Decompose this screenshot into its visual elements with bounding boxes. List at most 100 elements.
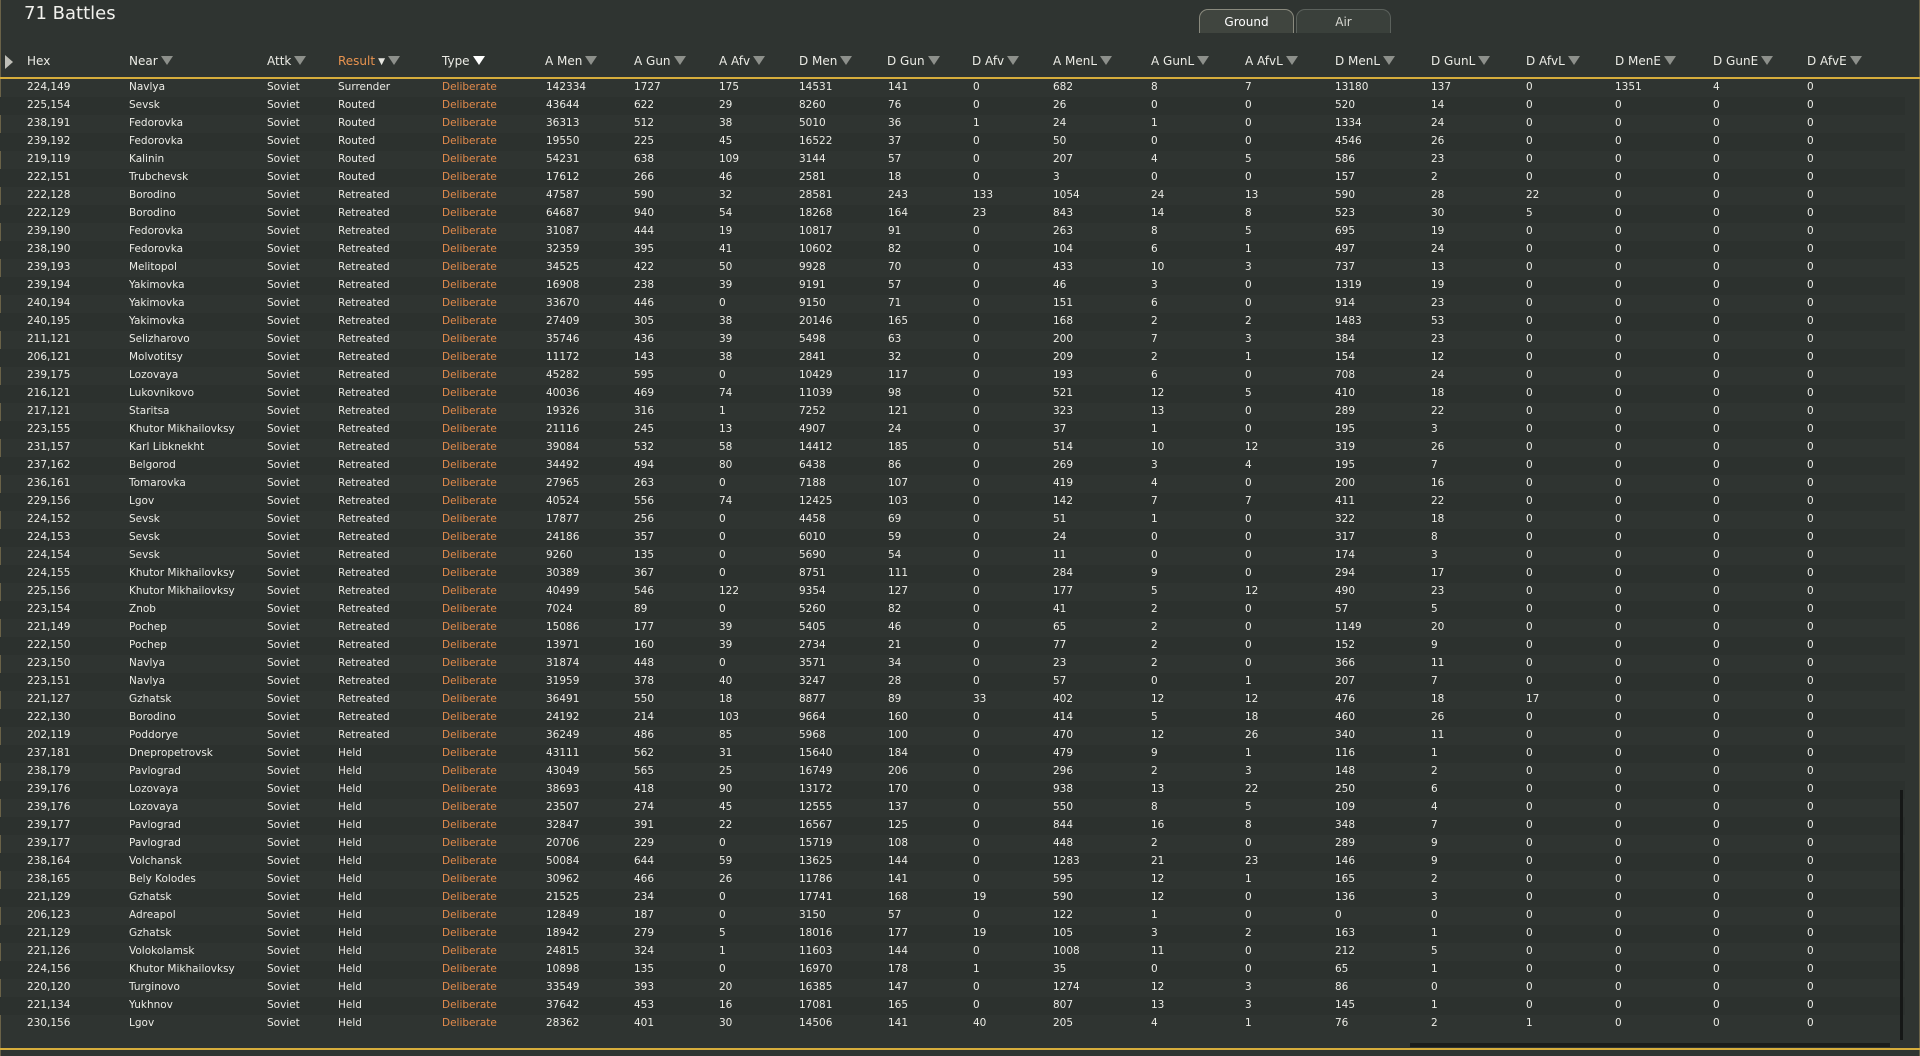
table-row[interactable]: 238,190 Fedorovka Soviet Retreated Deliberat… — [0, 241, 1905, 259]
table-row[interactable]: 220,120 Turginovo Soviet Held Deliberate 3354… — [0, 979, 1905, 997]
filter-icon[interactable] — [673, 56, 686, 65]
table-row[interactable]: 221,129 Gzhatsk Soviet Held Deliberate 18942 2… — [0, 925, 1905, 943]
filter-icon[interactable] — [1478, 56, 1491, 65]
table-row[interactable]: 206,123 Adreapol Soviet Held Deliberate 12849… — [0, 907, 1905, 925]
column-header-hex[interactable]: Hex — [27, 54, 50, 68]
table-row[interactable]: 240,194 Yakimovka Soviet Retreated Deliberat… — [0, 295, 1905, 313]
table-row[interactable]: 221,127 Gzhatsk Soviet Retreated Deliberate 3… — [0, 691, 1905, 709]
table-row[interactable]: 237,181 Dnepropetrovsk Soviet Held Deliberat… — [0, 745, 1905, 763]
table-row[interactable]: 224,152 Sevsk Soviet Retreated Deliberate 178… — [0, 511, 1905, 529]
column-header-a-afv[interactable]: A Afv — [719, 54, 766, 68]
column-header-a-men[interactable]: A Men — [545, 54, 598, 68]
table-row[interactable]: 221,129 Gzhatsk Soviet Held Deliberate 21525 2… — [0, 889, 1905, 907]
table-row[interactable]: 229,156 Lgov Soviet Retreated Deliberate 4052… — [0, 493, 1905, 511]
column-header-type[interactable]: Type — [442, 54, 485, 68]
table-row[interactable]: 222,151 Trubchevsk Soviet Routed Deliberate 1… — [0, 169, 1905, 187]
filter-icon[interactable] — [1383, 56, 1396, 65]
table-row[interactable]: 238,164 Volchansk Soviet Held Deliberate 5008… — [0, 853, 1905, 871]
filter-icon[interactable] — [388, 56, 400, 65]
table-row[interactable]: 225,154 Sevsk Soviet Routed Deliberate 43644 6… — [0, 97, 1905, 115]
table-row[interactable]: 224,155 Khutor Mikhailovksy Soviet Retreate… — [0, 565, 1905, 583]
filter-icon[interactable] — [927, 56, 940, 65]
table-row[interactable]: 221,149 Pochep Soviet Retreated Deliberate 15… — [0, 619, 1905, 637]
column-header-d-gune[interactable]: D GunE — [1713, 54, 1774, 68]
table-row[interactable]: 239,194 Yakimovka Soviet Retreated Deliberat… — [0, 277, 1905, 295]
table-row[interactable]: 224,149 Navlya Soviet Surrender Deliberate 14… — [0, 79, 1905, 97]
table-row[interactable]: 240,195 Yakimovka Soviet Retreated Deliberat… — [0, 313, 1905, 331]
column-header-d-gunl[interactable]: D GunL — [1431, 54, 1491, 68]
column-header-d-menl[interactable]: D MenL — [1335, 54, 1396, 68]
filter-icon[interactable] — [840, 56, 853, 65]
table-row[interactable]: 222,128 Borodino Soviet Retreated Deliberate… — [0, 187, 1905, 205]
table-row[interactable]: 239,177 Pavlograd Soviet Held Deliberate 2070… — [0, 835, 1905, 853]
table-row[interactable]: 222,130 Borodino Soviet Retreated Deliberate… — [0, 709, 1905, 727]
vertical-scrollbar-thumb[interactable] — [1900, 790, 1903, 1040]
filter-icon[interactable] — [1663, 56, 1676, 65]
table-row[interactable]: 239,176 Lozovaya Soviet Held Deliberate 38693… — [0, 781, 1905, 799]
table-row[interactable]: 219,119 Kalinin Soviet Routed Deliberate 5423… — [0, 151, 1905, 169]
table-row[interactable]: 211,121 Selizharovo Soviet Retreated Deliber… — [0, 331, 1905, 349]
table-row[interactable]: 221,126 Volokolamsk Soviet Held Deliberate 24… — [0, 943, 1905, 961]
table-row[interactable]: 224,156 Khutor Mikhailovksy Soviet Held Deli… — [0, 961, 1905, 979]
column-header-d-afvl[interactable]: D AfvL — [1526, 54, 1580, 68]
filter-icon[interactable] — [160, 56, 173, 65]
filter-icon[interactable] — [585, 56, 598, 65]
filter-icon[interactable] — [1007, 56, 1020, 65]
table-row[interactable]: 239,193 Melitopol Soviet Retreated Deliberat… — [0, 259, 1905, 277]
cell-type: Deliberate — [442, 549, 497, 561]
column-header-a-gun[interactable]: A Gun — [634, 54, 686, 68]
filter-icon[interactable] — [1567, 56, 1580, 65]
column-header-d-afv[interactable]: D Afv — [972, 54, 1020, 68]
table-row[interactable]: 230,156 Lgov Soviet Held Deliberate 28362 401 3… — [0, 1015, 1905, 1033]
filter-icon[interactable] — [1849, 56, 1862, 65]
table-row[interactable]: 222,150 Pochep Soviet Retreated Deliberate 13… — [0, 637, 1905, 655]
table-row[interactable]: 239,175 Lozovaya Soviet Retreated Deliberate… — [0, 367, 1905, 385]
column-header-d-men[interactable]: D Men — [799, 54, 853, 68]
column-header-d-gun[interactable]: D Gun — [887, 54, 940, 68]
filter-icon[interactable] — [1761, 56, 1774, 65]
table-row[interactable]: 223,151 Navlya Soviet Retreated Deliberate 31… — [0, 673, 1905, 691]
table-row[interactable]: 223,155 Khutor Mikhailovksy Soviet Retreate… — [0, 421, 1905, 439]
column-header-near[interactable]: Near — [129, 54, 173, 68]
column-header-a-gunl[interactable]: A GunL — [1151, 54, 1210, 68]
filter-icon[interactable] — [1285, 56, 1298, 65]
filter-icon[interactable] — [1100, 56, 1113, 65]
table-row[interactable]: 238,191 Fedorovka Soviet Routed Deliberate 36… — [0, 115, 1905, 133]
expand-arrow-icon[interactable] — [5, 55, 13, 69]
table-row[interactable]: 238,179 Pavlograd Soviet Held Deliberate 4304… — [0, 763, 1905, 781]
table-row[interactable]: 206,121 Molvotitsy Soviet Retreated Delibera… — [0, 349, 1905, 367]
column-header-a-afvl[interactable]: A AfvL — [1245, 54, 1298, 68]
tab-ground[interactable]: Ground — [1199, 9, 1294, 33]
column-header-result[interactable]: Result ▼ — [338, 54, 400, 68]
table-row[interactable]: 238,165 Bely Kolodes Soviet Held Deliberate 3… — [0, 871, 1905, 889]
table-row[interactable]: 236,161 Tomarovka Soviet Retreated Deliberat… — [0, 475, 1905, 493]
table-row[interactable]: 224,153 Sevsk Soviet Retreated Deliberate 241… — [0, 529, 1905, 547]
table-row[interactable]: 223,150 Navlya Soviet Retreated Deliberate 31… — [0, 655, 1905, 673]
cell-d-gune: 0 — [1713, 315, 1720, 327]
column-header-d-afve[interactable]: D AfvE — [1807, 54, 1862, 68]
filter-icon[interactable] — [294, 56, 307, 65]
table-row[interactable]: 224,154 Sevsk Soviet Retreated Deliberate 926… — [0, 547, 1905, 565]
table-row[interactable]: 239,177 Pavlograd Soviet Held Deliberate 3284… — [0, 817, 1905, 835]
table-row[interactable]: 239,190 Fedorovka Soviet Retreated Deliberat… — [0, 223, 1905, 241]
column-header-a-menl[interactable]: A MenL — [1053, 54, 1113, 68]
table-row[interactable]: 221,134 Yukhnov Soviet Held Deliberate 37642 4… — [0, 997, 1905, 1015]
table-row[interactable]: 237,162 Belgorod Soviet Retreated Deliberate… — [0, 457, 1905, 475]
horizontal-scrollbar[interactable] — [1410, 1043, 1890, 1047]
table-row[interactable]: 225,156 Khutor Mikhailovksy Soviet Retreate… — [0, 583, 1905, 601]
table-row[interactable]: 239,176 Lozovaya Soviet Held Deliberate 23507… — [0, 799, 1905, 817]
column-header-attk[interactable]: Attk — [267, 54, 307, 68]
tab-air[interactable]: Air — [1296, 9, 1391, 33]
filter-icon[interactable] — [753, 56, 766, 65]
cell-a-gun: 422 — [634, 261, 655, 273]
table-row[interactable]: 222,129 Borodino Soviet Retreated Deliberate… — [0, 205, 1905, 223]
column-header-d-mene[interactable]: D MenE — [1615, 54, 1676, 68]
table-row[interactable]: 223,154 Znob Soviet Retreated Deliberate 7024… — [0, 601, 1905, 619]
table-row[interactable]: 202,119 Poddorye Soviet Retreated Deliberate… — [0, 727, 1905, 745]
filter-active-icon[interactable] — [472, 56, 485, 65]
table-row[interactable]: 239,192 Fedorovka Soviet Routed Deliberate 19… — [0, 133, 1905, 151]
table-row[interactable]: 216,121 Lukovnikovo Soviet Retreated Deliber… — [0, 385, 1905, 403]
table-row[interactable]: 231,157 Karl Libknekht Soviet Retreated Deli… — [0, 439, 1905, 457]
table-row[interactable]: 217,121 Staritsa Soviet Retreated Deliberate… — [0, 403, 1905, 421]
filter-icon[interactable] — [1197, 56, 1210, 65]
